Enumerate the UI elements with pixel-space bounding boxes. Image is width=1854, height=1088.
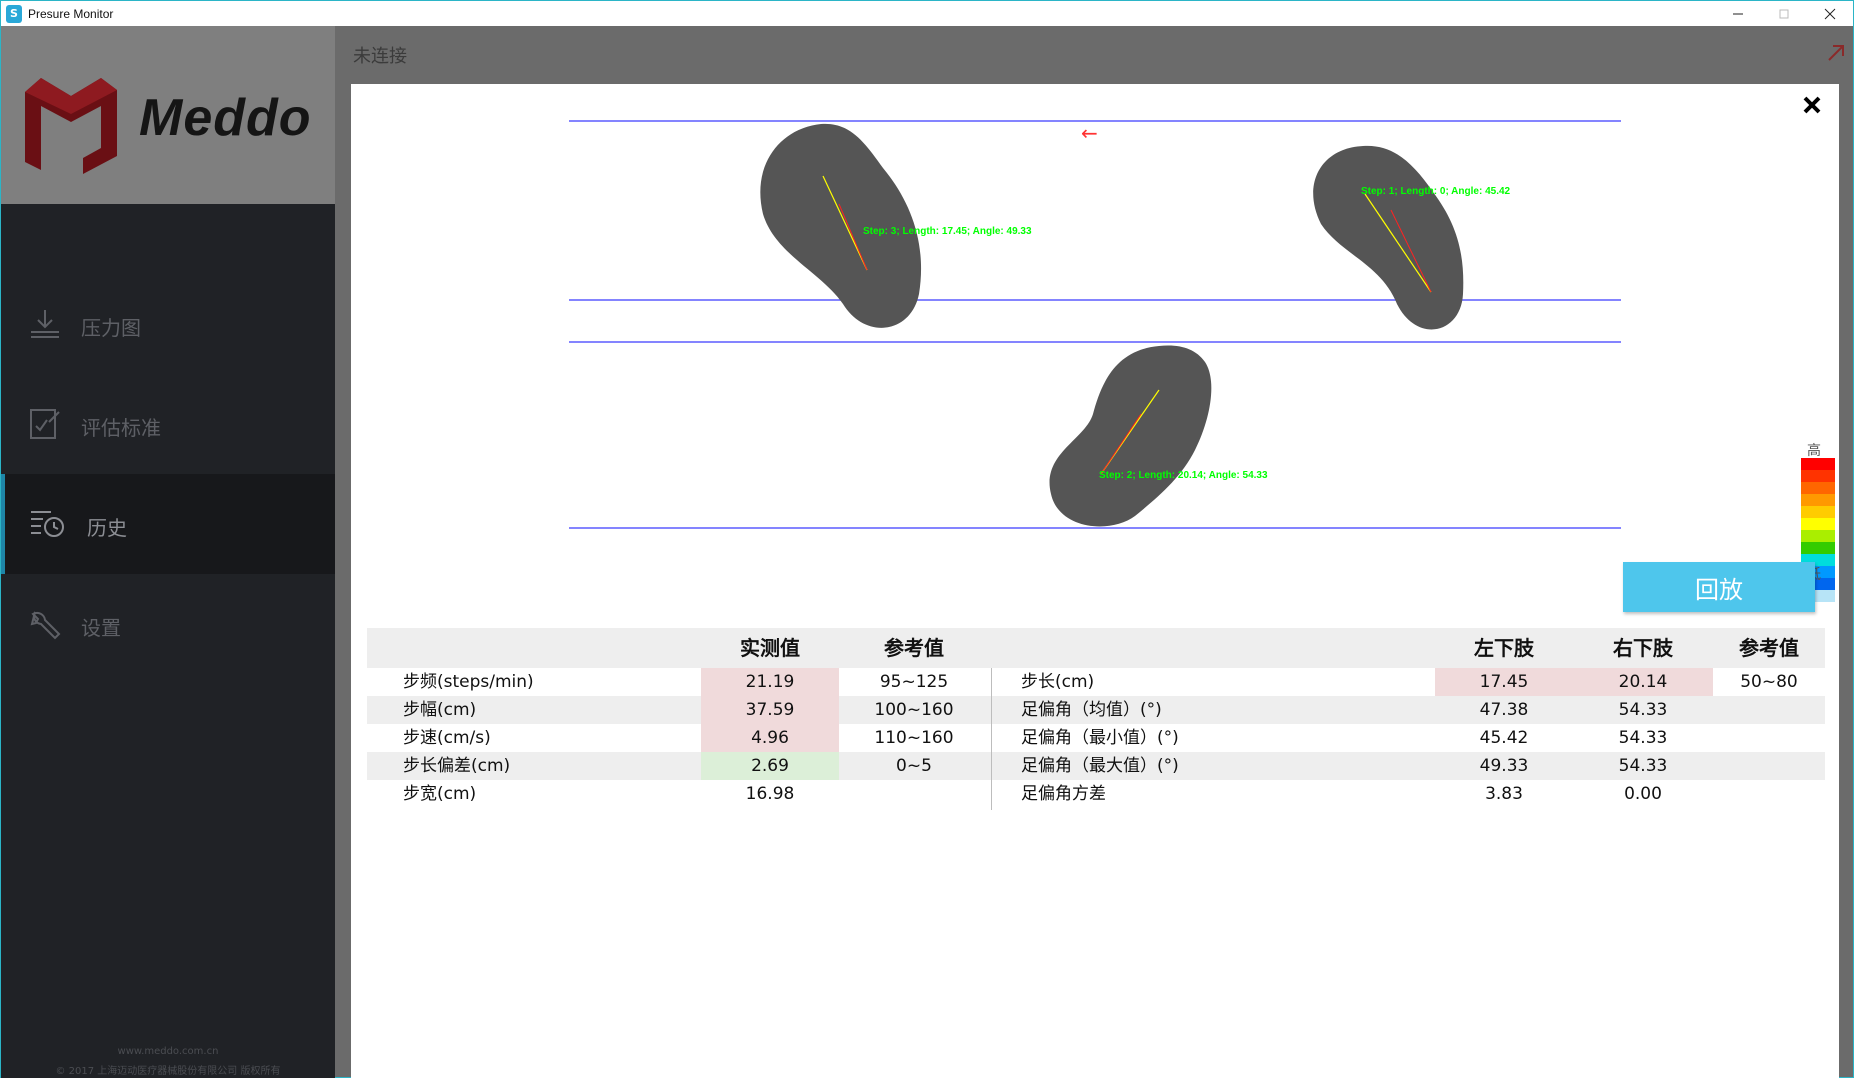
stat-label: 足偏角（最大值）(°) xyxy=(1021,756,1179,776)
stat-label: 足偏角（均值）(°) xyxy=(1021,700,1162,720)
reference-value: 100~160 xyxy=(874,700,954,720)
reference-value xyxy=(1713,780,1825,808)
disconnect-icon[interactable] xyxy=(1825,42,1847,64)
measured-value: 4.96 xyxy=(701,724,839,752)
legend-color-swatch xyxy=(1801,542,1835,554)
legend-color-swatch xyxy=(1801,482,1835,494)
reference-value: 95~125 xyxy=(879,672,949,692)
column-divider xyxy=(991,668,992,810)
column-header-reference-2: 参考值 xyxy=(1739,636,1799,660)
column-header-measured: 实测值 xyxy=(740,636,800,660)
history-icon xyxy=(31,511,64,537)
left-limb-value: 45.42 xyxy=(1479,728,1529,748)
reference-value xyxy=(839,780,989,808)
reference-value: 0~5 xyxy=(896,756,932,776)
left-limb-value: 49.33 xyxy=(1479,756,1529,776)
legend-color-swatch xyxy=(1801,494,1835,506)
app-logo-icon: S xyxy=(6,4,22,23)
footprint-canvas: ← Step: 3; Length: 17.45; Angle: 49.33 S… xyxy=(569,120,1621,529)
sidebar: Meddo 压力图 评估标准 历史 设置 www.meddo.com.cn © … xyxy=(1,26,335,1078)
wrench-icon xyxy=(30,611,61,640)
reference-value: 110~160 xyxy=(874,728,954,748)
column-header-right-limb: 右下肢 xyxy=(1613,636,1673,660)
sidebar-item-history[interactable]: 历史 xyxy=(1,474,335,574)
stat-label: 步频(steps/min) xyxy=(403,672,534,692)
window-close-button[interactable] xyxy=(1807,1,1853,27)
right-limb-value: 20.14 xyxy=(1573,668,1713,696)
window-title: Presure Monitor xyxy=(28,6,114,21)
legend-color-swatch xyxy=(1801,458,1835,470)
reference-value xyxy=(1713,696,1825,724)
restore-button[interactable] xyxy=(1761,1,1807,27)
footer-copyright: © 2017 上海迈动医疗器械股份有限公司 版权所有 xyxy=(55,1066,281,1077)
logo-area: Meddo xyxy=(1,26,335,204)
minimize-icon xyxy=(1733,13,1743,15)
footprint-step-3: Step: 3; Length: 17.45; Angle: 49.33 xyxy=(760,123,1032,328)
legend-color-swatch xyxy=(1801,506,1835,518)
edit-check-icon xyxy=(30,409,60,439)
connection-status: 未连接 xyxy=(353,46,407,67)
sidebar-item-settings[interactable]: 设置 xyxy=(1,574,335,674)
legend-color-swatch xyxy=(1801,530,1835,542)
reference-value: 50~80 xyxy=(1740,672,1798,692)
column-header-left-limb: 左下肢 xyxy=(1474,636,1534,660)
left-limb-value: 3.83 xyxy=(1485,784,1523,804)
column-header-reference: 参考值 xyxy=(884,636,944,660)
stat-label: 足偏角方差 xyxy=(1021,784,1106,804)
legend-color-swatch xyxy=(1801,518,1835,530)
table-row: 步宽(cm) 16.98 足偏角方差 3.83 0.00 xyxy=(367,780,1825,808)
table-row: 步速(cm/s) 4.96 110~160 足偏角（最小值）(°) 45.42 54.33 xyxy=(367,724,1825,752)
legend-high-label: 高 xyxy=(1807,443,1821,459)
stat-label: 步长(cm) xyxy=(1021,672,1095,692)
reference-value xyxy=(1713,724,1825,752)
reference-value xyxy=(1713,752,1825,780)
measured-value: 37.59 xyxy=(701,696,839,724)
table-header: 实测值 参考值 左下肢 右下肢 参考值 xyxy=(367,628,1825,668)
stat-label: 步长偏差(cm) xyxy=(403,756,511,776)
sidebar-item-pressure-map[interactable]: 压力图 xyxy=(1,274,335,374)
table-row: 步频(steps/min) 21.19 95~125 步长(cm) 17.45 20.14… xyxy=(367,668,1825,696)
minimize-button[interactable] xyxy=(1715,1,1761,27)
footprint-step-1: Step: 1; Length: 0; Angle: 45.42 xyxy=(1313,145,1511,330)
stat-label: 步速(cm/s) xyxy=(403,728,491,748)
left-limb-value: 17.45 xyxy=(1435,668,1573,696)
sidebar-item-label: 设置 xyxy=(81,616,121,640)
stat-label: 足偏角（最小值）(°) xyxy=(1021,728,1179,748)
left-limb-value: 47.38 xyxy=(1479,700,1529,720)
footprint-label: Step: 3; Length: 17.45; Angle: 49.33 xyxy=(863,226,1032,237)
table-row: 步长偏差(cm) 2.69 0~5 足偏角（最大值）(°) 49.33 54.33 xyxy=(367,752,1825,780)
table-row: 步幅(cm) 37.59 100~160 足偏角（均值）(°) 47.38 54.33 xyxy=(367,696,1825,724)
download-icon xyxy=(31,310,59,338)
brand-name: Meddo xyxy=(139,89,312,147)
sidebar-item-label: 评估标准 xyxy=(81,416,161,440)
window-controls xyxy=(1715,1,1853,27)
sidebar-item-evaluation-criteria[interactable]: 评估标准 xyxy=(1,374,335,474)
close-icon xyxy=(1824,8,1836,20)
footprint-label: Step: 2; Length: 20.14; Angle: 54.33 xyxy=(1099,470,1268,481)
gait-stats-table: 实测值 参考值 左下肢 右下肢 参考值 步频(steps/min) 21.19 95… xyxy=(367,628,1825,810)
history-detail-modal: ← Step: 3; Length: 17.45; Angle: 49.33 S… xyxy=(351,84,1839,1088)
sidebar-item-label: 历史 xyxy=(87,516,127,540)
legend-color-swatch xyxy=(1801,470,1835,482)
restore-icon xyxy=(1779,9,1789,19)
footprint-step-2: Step: 2; Length: 20.14; Angle: 54.33 xyxy=(1049,345,1268,527)
stat-label: 步宽(cm) xyxy=(403,784,477,804)
meddo-logo-icon xyxy=(25,78,117,174)
sidebar-item-label: 压力图 xyxy=(81,316,141,340)
window-titlebar: S Presure Monitor xyxy=(0,0,1854,26)
measured-value: 21.19 xyxy=(701,668,839,696)
footer-url: www.meddo.com.cn xyxy=(117,1046,219,1057)
measured-value: 2.69 xyxy=(701,752,839,780)
replay-button[interactable]: 回放 xyxy=(1623,562,1815,612)
direction-arrow-icon: ← xyxy=(1081,121,1098,145)
footprint-label: Step: 1; Length: 0; Angle: 45.42 xyxy=(1361,186,1511,197)
right-limb-value: 54.33 xyxy=(1618,756,1668,776)
right-limb-value: 54.33 xyxy=(1618,700,1668,720)
measured-value: 16.98 xyxy=(745,784,795,804)
stat-label: 步幅(cm) xyxy=(403,700,477,720)
right-limb-value: 54.33 xyxy=(1618,728,1668,748)
app-body: Meddo 压力图 评估标准 历史 设置 www.meddo.com.cn © … xyxy=(0,26,1854,1088)
right-limb-value: 0.00 xyxy=(1624,784,1662,804)
